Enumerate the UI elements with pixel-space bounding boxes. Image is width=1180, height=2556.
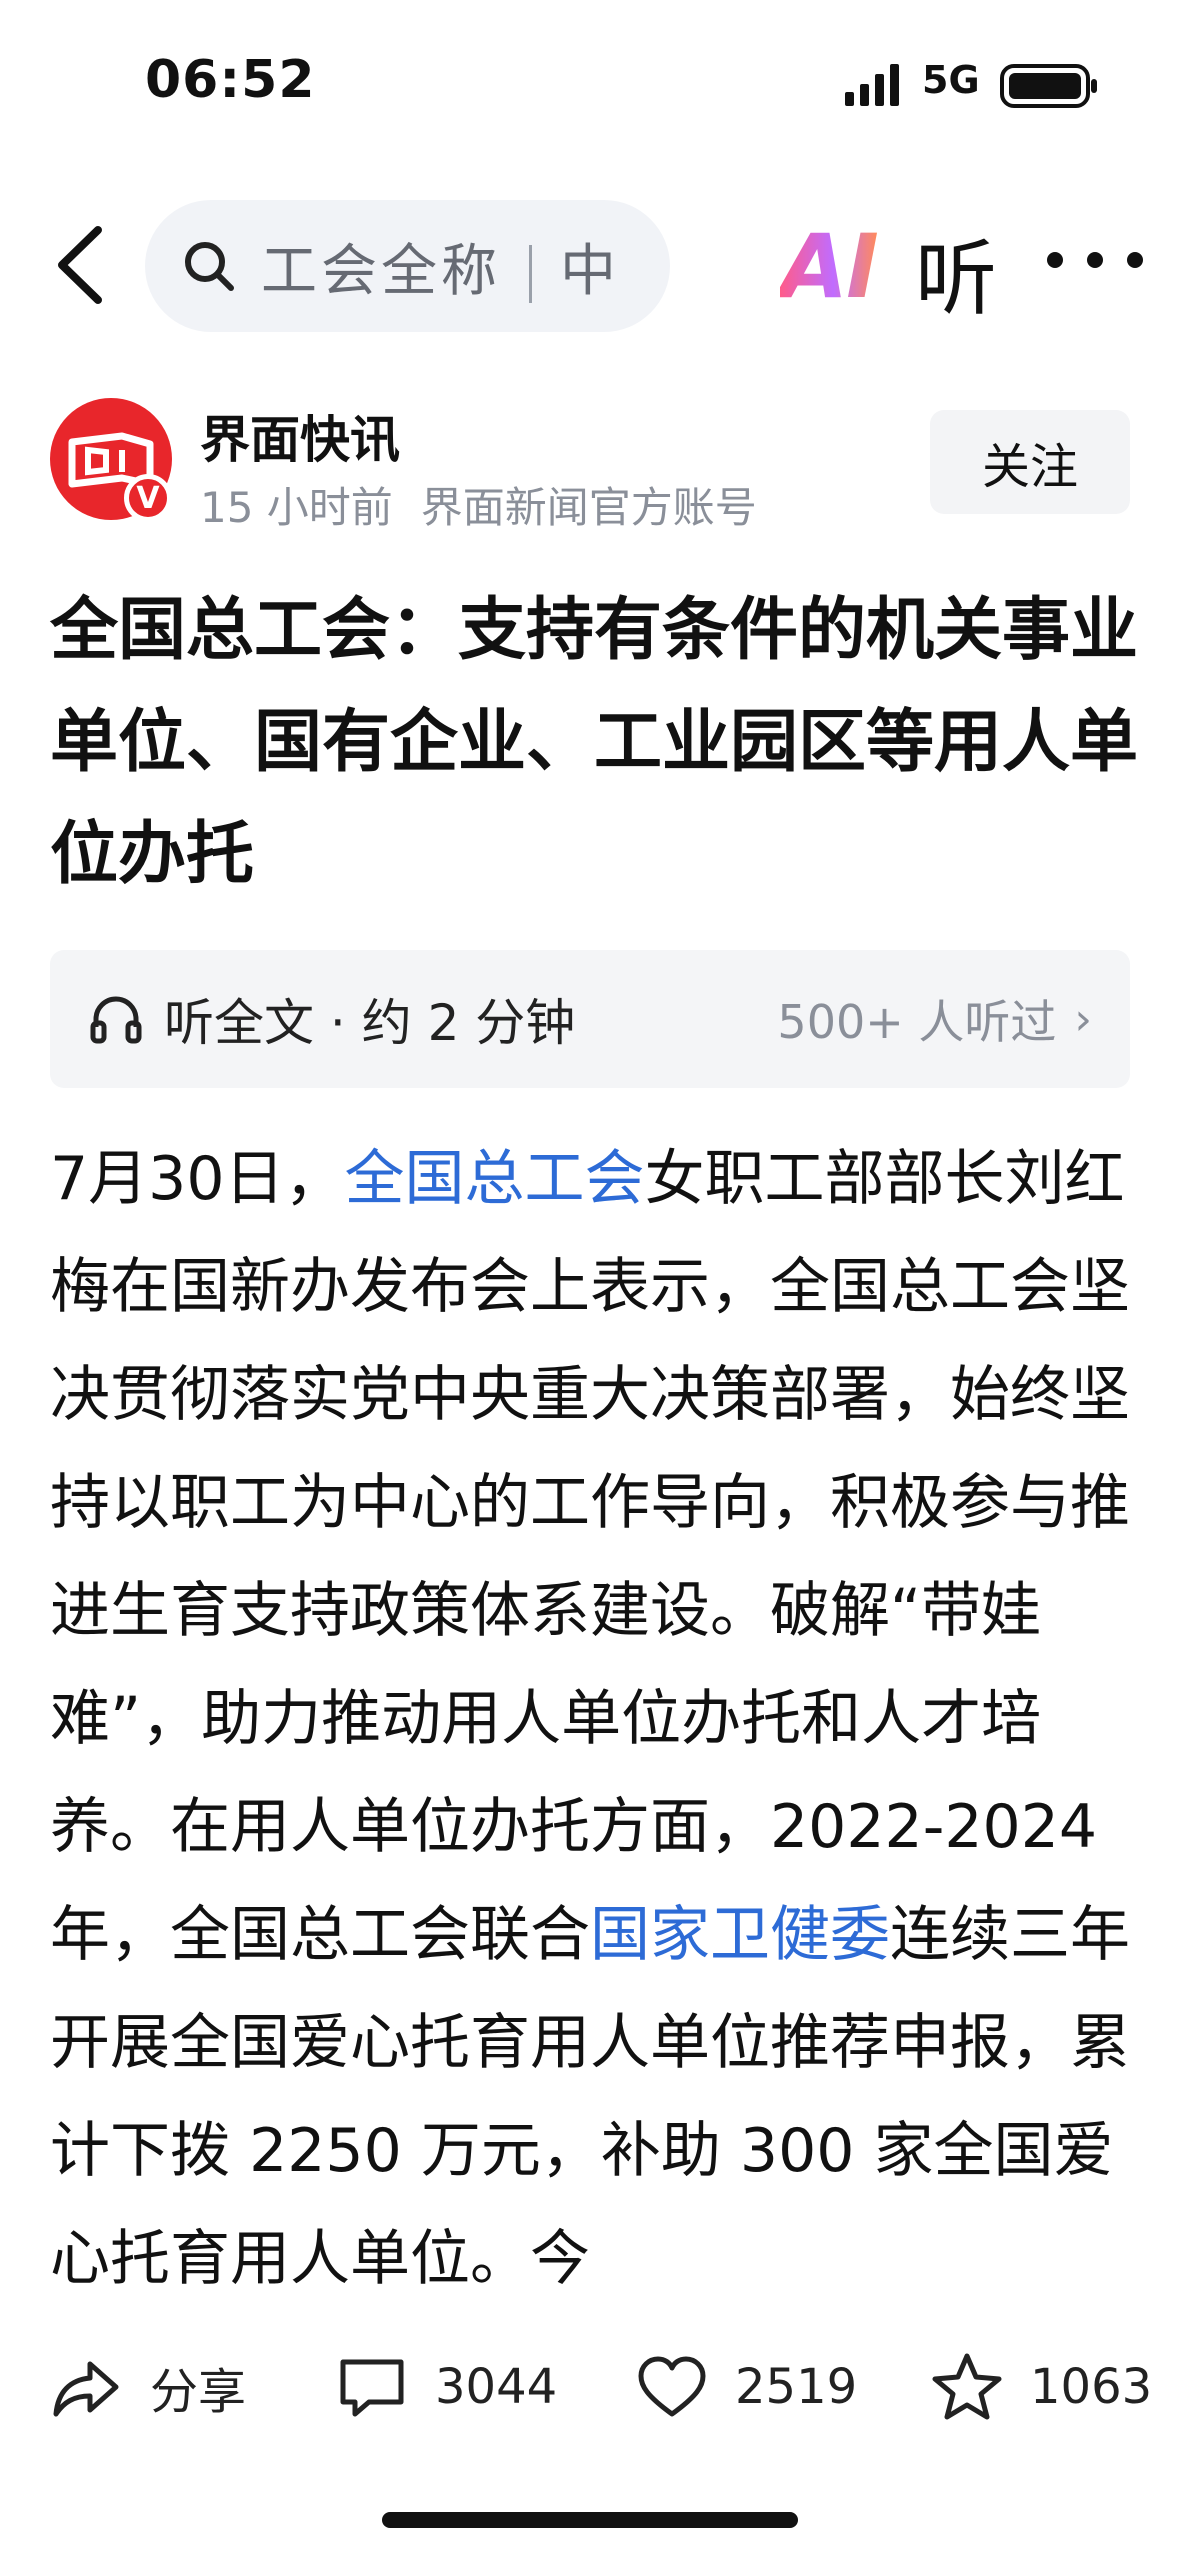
like-button[interactable]: 2519 (635, 2350, 857, 2424)
link-nhc[interactable]: 国家卫健委 (590, 1900, 890, 1970)
article-paragraph: 7月30日，全国总工会女职工部部长刘红梅在国新办发布会上表示，全国总工会坚决贯彻… (50, 1144, 1130, 2294)
listen-button[interactable]: 听 (915, 212, 997, 331)
article-body: 7月30日，全国总工会女职工部部长刘红梅在国新办发布会上表示，全国总工会坚决贯彻… (50, 1125, 1140, 2313)
headphones-icon (90, 996, 142, 1044)
comment-icon (340, 2359, 404, 2417)
back-chevron-icon[interactable] (40, 215, 120, 315)
network-type: 5G (922, 58, 980, 102)
more-icon[interactable] (1040, 240, 1150, 280)
search-icon (185, 242, 234, 291)
article-title: 全国总工会：支持有条件的机关事业单位、国有企业、工业园区等用人单位办托 (50, 591, 1139, 894)
home-indicator[interactable] (382, 2512, 798, 2528)
follow-button[interactable]: 关注 (930, 410, 1130, 514)
listen-full-text-bar[interactable]: 听全文 · 约 2 分钟 500+ 人听过 › (50, 950, 1130, 1088)
share-button[interactable]: 分享 (50, 2350, 246, 2424)
bottom-action-bar: 分享 3044 2519 1063 (0, 2310, 1180, 2460)
search-bar[interactable]: 工会全称中 (145, 200, 670, 332)
comment-button[interactable]: 3044 (335, 2350, 557, 2424)
author-name[interactable]: 界面快讯 (200, 400, 400, 472)
favorite-button[interactable]: 1063 (930, 2350, 1152, 2424)
chevron-right-icon: › (1074, 993, 1092, 1045)
author-meta: 15 小时前 界面新闻官方账号 (200, 474, 757, 535)
star-icon (932, 2353, 1002, 2420)
battery-icon (1000, 64, 1097, 108)
link-acftu[interactable]: 全国总工会 (345, 1144, 645, 1214)
author-description: 界面新闻官方账号 (420, 483, 757, 532)
heart-icon (638, 2356, 706, 2417)
listen-count: 500+ 人听过 (777, 995, 1057, 1049)
favorite-count: 1063 (1030, 2359, 1153, 2415)
verified-badge: V (124, 474, 172, 522)
like-count: 2519 (735, 2359, 858, 2415)
comment-count: 3044 (435, 2359, 558, 2415)
listen-label: 听全文 · 约 2 分钟 (164, 994, 576, 1052)
post-time: 15 小时前 (200, 483, 393, 532)
share-label: 分享 (150, 2364, 247, 2420)
share-icon (53, 2361, 119, 2417)
search-query-text: 工会全称中 (261, 238, 620, 304)
ai-button[interactable]: AI (780, 215, 879, 318)
status-time: 06:52 (145, 50, 316, 110)
signal-icon (845, 64, 899, 106)
